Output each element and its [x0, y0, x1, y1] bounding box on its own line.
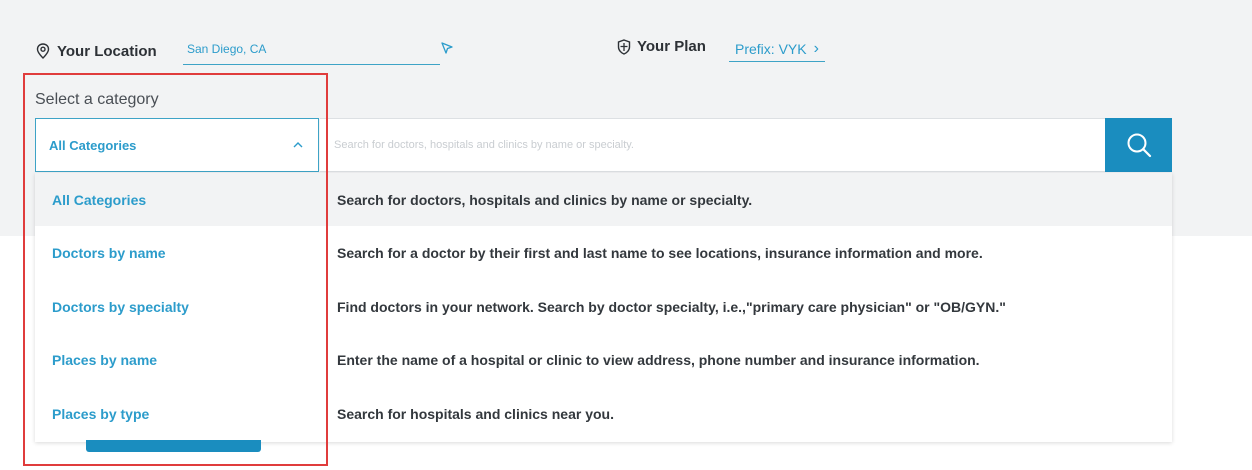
- category-label: Select a category: [35, 91, 159, 108]
- shield-icon: [617, 38, 631, 55]
- option-doctors-by-name[interactable]: Doctors by name Search for a doctor by t…: [35, 226, 1172, 279]
- location-pin-icon: [36, 43, 50, 59]
- navigate-arrow-icon[interactable]: [440, 41, 454, 55]
- option-name[interactable]: All Categories: [52, 192, 146, 208]
- category-select[interactable]: All Categories: [35, 118, 319, 172]
- partially-hidden-button[interactable]: [86, 440, 261, 452]
- search-button[interactable]: [1105, 118, 1172, 172]
- chevron-right-icon[interactable]: ›: [814, 40, 819, 58]
- option-name[interactable]: Doctors by name: [52, 245, 166, 261]
- option-description: Search for a doctor by their first and l…: [337, 245, 983, 261]
- plan-label-group: Your Plan: [617, 38, 706, 55]
- option-name[interactable]: Places by name: [52, 352, 157, 368]
- chevron-up-icon[interactable]: [292, 139, 304, 151]
- category-selected-value[interactable]: All Categories: [49, 138, 136, 153]
- option-name[interactable]: Doctors by specialty: [52, 299, 189, 315]
- location-input[interactable]: San Diego, CA: [183, 34, 440, 65]
- option-description: Enter the name of a hospital or clinic t…: [337, 352, 980, 368]
- search-input[interactable]: [332, 119, 1096, 171]
- option-description: Find doctors in your network. Search by …: [337, 299, 1006, 315]
- location-label-group: Your Location: [36, 36, 157, 66]
- option-doctors-by-specialty[interactable]: Doctors by specialty Find doctors in you…: [35, 280, 1172, 333]
- search-field[interactable]: [320, 118, 1106, 172]
- category-dropdown: All Categories Search for doctors, hospi…: [35, 173, 1172, 442]
- plan-label: Your Plan: [637, 38, 706, 55]
- option-name[interactable]: Places by type: [52, 406, 149, 422]
- search-icon[interactable]: [1125, 131, 1153, 159]
- plan-prefix-link[interactable]: Prefix: VYK ›: [729, 37, 825, 62]
- option-places-by-name[interactable]: Places by name Enter the name of a hospi…: [35, 333, 1172, 386]
- location-label: Your Location: [57, 42, 157, 60]
- plan-prefix-text[interactable]: Prefix: VYK: [735, 41, 807, 57]
- option-places-by-type[interactable]: Places by type Search for hospitals and …: [35, 387, 1172, 440]
- location-value[interactable]: San Diego, CA: [187, 42, 266, 56]
- option-description: Search for doctors, hospitals and clinic…: [337, 192, 753, 208]
- option-all-categories[interactable]: All Categories Search for doctors, hospi…: [35, 173, 1172, 226]
- option-description: Search for hospitals and clinics near yo…: [337, 406, 614, 422]
